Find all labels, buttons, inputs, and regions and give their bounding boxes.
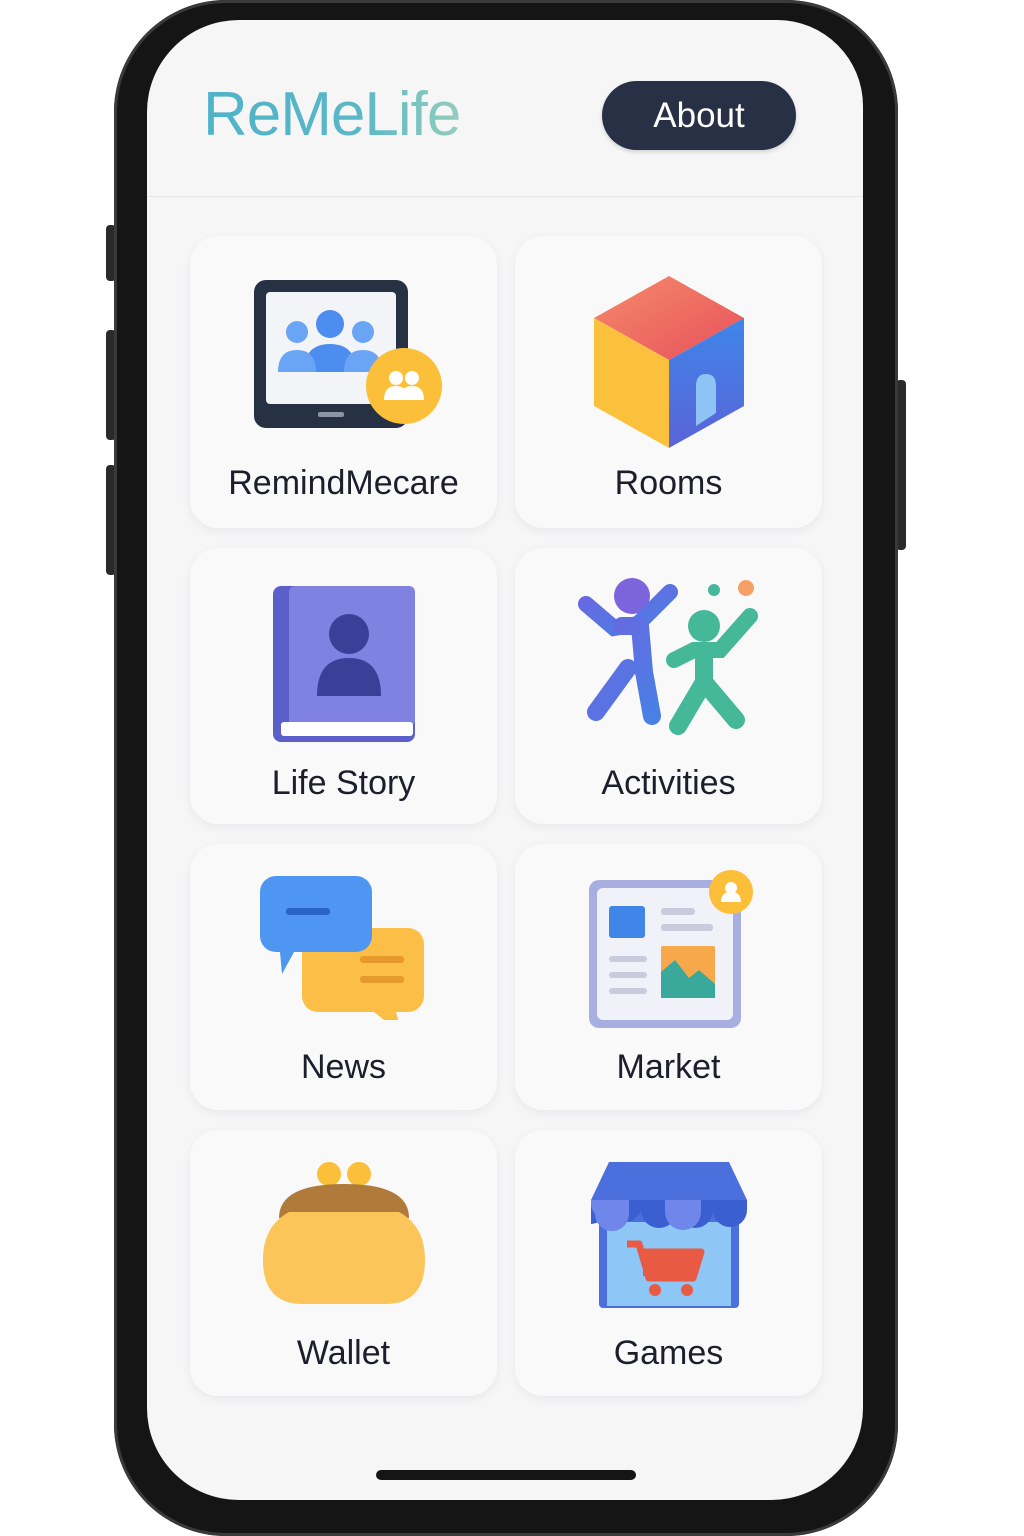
- coin-purse-icon: [262, 1162, 425, 1304]
- tile-remindmecare[interactable]: RemindMecare: [190, 236, 497, 528]
- tile-label: News: [300, 1048, 387, 1086]
- tile-label: Wallet: [296, 1334, 391, 1372]
- tile-label: RemindMecare: [228, 464, 459, 502]
- tile-wallet[interactable]: Wallet: [190, 1130, 497, 1396]
- tile-activities[interactable]: Activities: [515, 548, 822, 824]
- dancing-people-icon: [577, 578, 758, 735]
- group-tablet-icon: [253, 280, 442, 428]
- home-indicator[interactable]: [376, 1470, 636, 1480]
- app-screen: ReMeLife About RemindMecare Rooms Life S…: [147, 20, 863, 1500]
- chat-bubbles-icon: [259, 876, 424, 1020]
- person-book-icon: [272, 586, 415, 742]
- tile-label: Games: [613, 1334, 724, 1372]
- tile-life-story[interactable]: Life Story: [190, 548, 497, 824]
- cube-house-icon: [593, 276, 744, 448]
- tile-rooms[interactable]: Rooms: [515, 236, 822, 528]
- tile-news[interactable]: News: [190, 844, 497, 1110]
- tile-label: Market: [616, 1048, 721, 1086]
- tile-label: Activities: [601, 764, 736, 802]
- newspaper-icon: [588, 870, 753, 1028]
- tile-label: Life Story: [271, 764, 416, 802]
- app-header: ReMeLife About: [147, 20, 863, 197]
- app-logo: ReMeLife: [203, 80, 461, 149]
- about-button[interactable]: About: [602, 81, 796, 150]
- tile-games[interactable]: Games: [515, 1130, 822, 1396]
- tile-market[interactable]: Market: [515, 844, 822, 1110]
- tile-label: Rooms: [614, 464, 723, 502]
- store-cart-icon: [590, 1162, 747, 1308]
